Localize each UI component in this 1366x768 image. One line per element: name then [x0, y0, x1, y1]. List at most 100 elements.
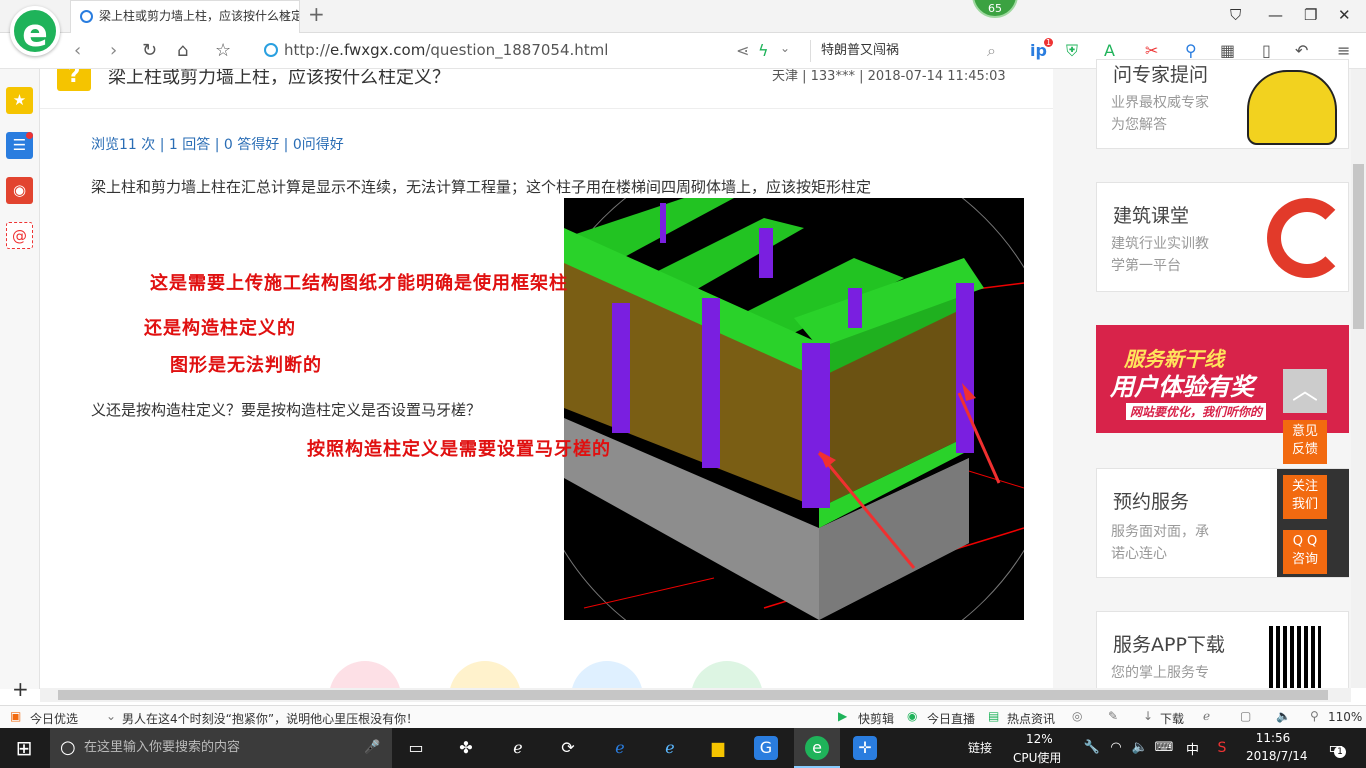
follow-button[interactable]: 关注 我们	[1283, 475, 1327, 519]
scroll-thumb[interactable]	[1353, 164, 1364, 329]
forward-button[interactable]: ›	[110, 40, 117, 61]
horizontal-scrollbar[interactable]	[40, 688, 1351, 702]
shirt-icon[interactable]: ⛉	[1230, 6, 1241, 24]
fan-app-icon[interactable]: ✤	[454, 736, 478, 760]
tab-title: 梁上柱或剪力墙上柱，应该按什么柱定义？	[99, 9, 299, 23]
windows-start-icon[interactable]: ⊞	[12, 736, 36, 760]
ie-icon[interactable]: ℯ	[1203, 709, 1210, 723]
search-icon[interactable]: ⌕	[987, 41, 996, 61]
banner-line3: 网站要优化，我们听你的	[1126, 403, 1267, 420]
close-button[interactable]: ✕	[1338, 6, 1351, 24]
tools-icon[interactable]: ✎	[1108, 709, 1118, 723]
ime-indicator[interactable]: 中	[1186, 739, 1199, 758]
active-app-slot[interactable]: e	[794, 728, 840, 768]
share-icon[interactable]: ⋖	[736, 41, 749, 60]
minimize-button[interactable]: —	[1268, 6, 1283, 24]
new-tab-button[interactable]: +	[308, 2, 325, 26]
apps-icon[interactable]: ▦	[1220, 41, 1235, 60]
links-toolbar[interactable]: 链接	[968, 739, 992, 756]
back-button[interactable]: ‹	[74, 40, 81, 61]
qr-code	[1269, 626, 1321, 688]
browser-logo[interactable]: e	[10, 6, 60, 56]
clock-time[interactable]: 11:56	[1248, 731, 1298, 745]
question-header: ? 梁上柱或剪力墙上柱，应该按什么柱定义？ 天津 | 133*** | 2018…	[40, 69, 1053, 109]
favorite-button[interactable]	[449, 661, 521, 688]
folder-icon[interactable]: ▆	[706, 736, 730, 760]
back-to-top-button[interactable]: ︿	[1283, 369, 1327, 413]
star-icon[interactable]: ☆	[215, 40, 231, 61]
kuaijian-link[interactable]: 快剪辑	[858, 710, 894, 727]
card-sub: 为您解答	[1111, 117, 1167, 133]
volume-icon[interactable]: 🔈	[1276, 709, 1291, 723]
live-link[interactable]: 今日直播	[927, 710, 975, 727]
undo-icon[interactable]: ↶	[1295, 41, 1308, 60]
top-button[interactable]	[691, 661, 763, 688]
notification-badge[interactable]: 65	[972, 0, 1018, 18]
speed-icon[interactable]: ◎	[1072, 709, 1082, 723]
share-button[interactable]	[571, 661, 643, 688]
search-input[interactable]: 特朗普又闯祸	[810, 40, 1010, 62]
translate-icon[interactable]: A	[1104, 41, 1115, 60]
edge-icon[interactable]: ℯ	[608, 736, 632, 760]
question-icon: ?	[57, 69, 91, 91]
menu-icon[interactable]: ≡	[1337, 41, 1350, 60]
live-icon: ◉	[907, 709, 918, 723]
wrench-icon[interactable]: 🔧	[1080, 736, 1104, 760]
scissors-icon[interactable]: ✂	[1145, 41, 1158, 60]
hot-link[interactable]: 热点资讯	[1007, 710, 1055, 727]
today-picks[interactable]: 今日优选	[30, 710, 78, 727]
kuaijian-icon: ▶	[838, 709, 848, 723]
task-view-icon[interactable]: ▭	[404, 736, 428, 760]
url-field[interactable]: http://e.fwxgx.com/question_1887054.html	[284, 41, 608, 59]
sogou-icon[interactable]: S	[1210, 736, 1234, 760]
zoom-level[interactable]: 110%	[1328, 710, 1362, 724]
clock-date[interactable]: 2018/7/14	[1246, 749, 1308, 763]
card-title: 问专家提问	[1113, 64, 1209, 86]
maximize-button[interactable]: ❐	[1304, 6, 1317, 24]
qq-button[interactable]: Q Q 咨询	[1283, 530, 1327, 574]
shield-icon[interactable]: ⛨	[1066, 41, 1078, 61]
add-icon[interactable]: +	[12, 677, 29, 701]
flash-icon[interactable]: ϟ	[758, 41, 769, 60]
volume-icon[interactable]: 🔈	[1128, 736, 1152, 760]
cortana-icon: ○	[60, 737, 76, 758]
wifi-icon[interactable]: ◠	[1104, 736, 1128, 760]
magnifier-icon[interactable]: ⚲	[1185, 41, 1197, 60]
download-link[interactable]: 下载	[1160, 710, 1184, 727]
card-sub: 学第一平台	[1111, 258, 1181, 274]
course-logo-icon	[1267, 198, 1347, 278]
tab-close-icon[interactable]: ×	[281, 1, 291, 31]
spiral-app-icon[interactable]: ⟳	[556, 736, 580, 760]
zoom-icon[interactable]: ⚲	[1310, 709, 1319, 723]
question-stats[interactable]: 浏览11 次 | 1 回答 | 0 答得好 | 0问得好	[91, 134, 344, 154]
cpu-label: CPU使用	[1013, 751, 1062, 765]
phone-icon[interactable]: ▯	[1262, 41, 1271, 60]
feedback-button[interactable]: 意见 反馈	[1283, 420, 1327, 464]
like-button[interactable]	[329, 661, 401, 688]
question-meta: 天津 | 133*** | 2018-07-14 11:45:03	[772, 69, 1006, 84]
news-ticker[interactable]: 男人在这4个时刻没“抱紧你”，说明他心里压根没有你！	[122, 710, 418, 727]
g-app-icon[interactable]: G	[754, 736, 778, 760]
browser-e-icon[interactable]: ℯ	[506, 736, 530, 760]
chevron-down-icon[interactable]: ⌄	[780, 41, 790, 55]
home-icon[interactable]: ⌂	[177, 40, 188, 61]
ie-icon[interactable]: ℯ	[658, 736, 682, 760]
card-ask-expert[interactable]: 问专家提问 业界最权威专家 为您解答	[1096, 59, 1349, 149]
keyboard-icon[interactable]: ⌨	[1152, 736, 1176, 760]
favorites-icon[interactable]: ★	[6, 87, 33, 114]
mic-icon[interactable]: 🎤	[364, 728, 380, 768]
scroll-thumb[interactable]	[58, 690, 1328, 700]
card-course[interactable]: 建筑课堂 建筑行业实训教 学第一平台	[1096, 182, 1349, 292]
browser-360-icon: e	[805, 736, 829, 760]
card-title: 服务APP下载	[1113, 634, 1225, 656]
card-app-download[interactable]: 服务APP下载 您的掌上服务专	[1096, 611, 1349, 691]
refresh-button[interactable]: ↻	[142, 40, 157, 61]
chevron-down-icon[interactable]: ⌄	[106, 709, 116, 723]
plus-app-icon[interactable]: ✛	[853, 736, 877, 760]
vertical-scrollbar[interactable]	[1351, 69, 1366, 688]
mail-icon[interactable]: @	[6, 222, 33, 249]
tab-active[interactable]: 梁上柱或剪力墙上柱，应该按什么柱定义？ ×	[70, 0, 300, 33]
window-icon[interactable]: ▢	[1240, 709, 1251, 723]
taskbar-search-input[interactable]: ○ 在这里输入你要搜索的内容 🎤	[50, 728, 392, 768]
weibo-icon[interactable]: ◉	[6, 177, 33, 204]
